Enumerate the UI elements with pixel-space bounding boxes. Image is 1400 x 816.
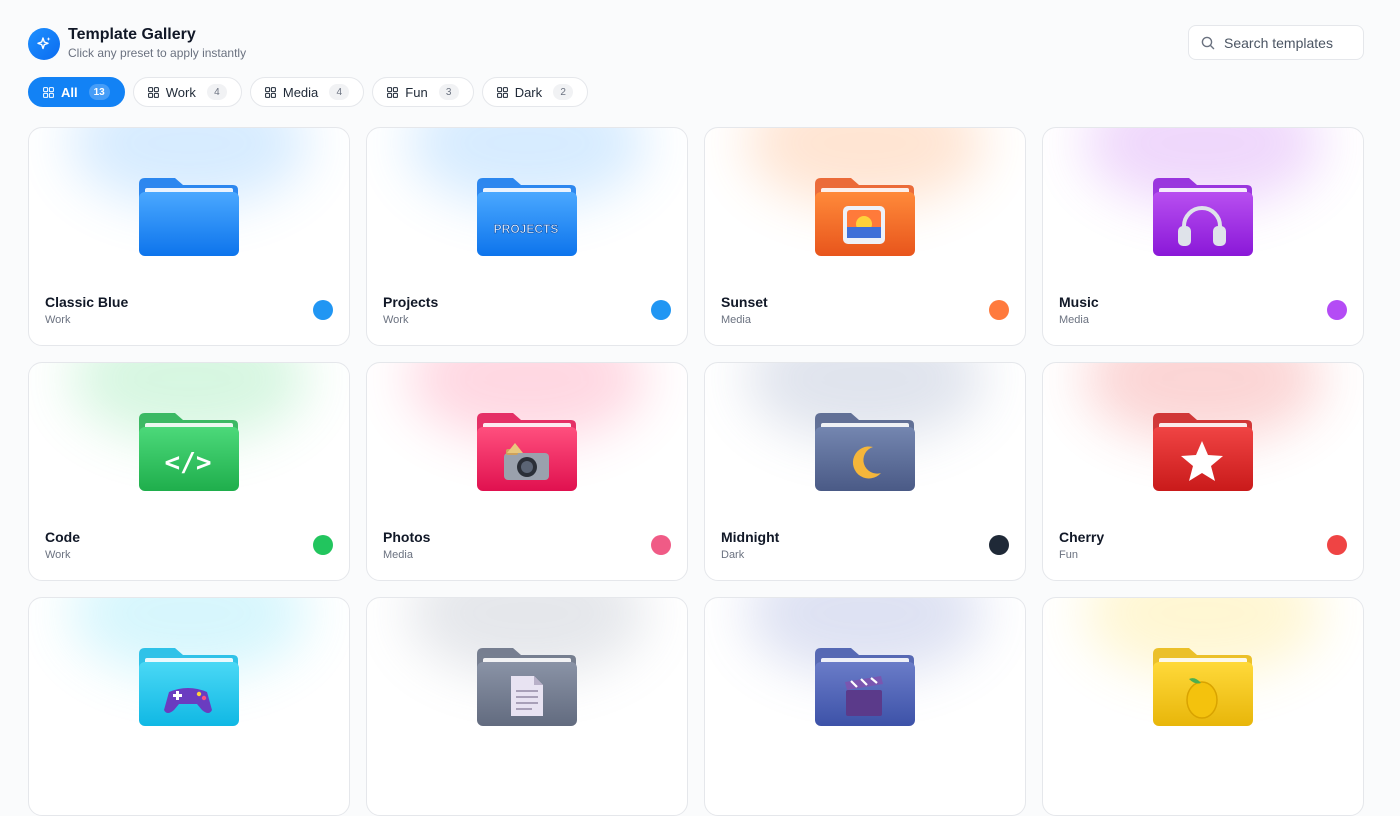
template-category: Work <box>383 314 409 326</box>
filter-chip-fun[interactable]: Fun 3 <box>372 77 474 107</box>
sunset-emblem <box>843 206 885 244</box>
folder-icon <box>477 648 577 726</box>
filter-chip-all[interactable]: All 13 <box>28 77 125 107</box>
template-card[interactable]: PROJECTS Projects Work <box>366 127 688 346</box>
header: Template Gallery Click any preset to app… <box>28 24 1364 64</box>
filter-chip-count: 13 <box>88 84 110 100</box>
folder-icon <box>477 413 577 491</box>
sparkles-icon <box>28 28 60 60</box>
document-emblem <box>511 676 543 716</box>
template-name: Photos <box>383 529 431 545</box>
template-card[interactable] <box>704 597 1026 816</box>
folder-icon <box>139 648 239 726</box>
filter-chip-dark[interactable]: Dark 2 <box>481 77 589 107</box>
page-title: Template Gallery <box>68 26 196 43</box>
template-card[interactable]: </> Code Work <box>28 362 350 581</box>
template-card[interactable]: Sunset Media <box>704 127 1026 346</box>
template-card[interactable]: Classic Blue Work <box>28 127 350 346</box>
filter-chip-media[interactable]: Media 4 <box>249 77 365 107</box>
filter-chip-count: 2 <box>553 84 574 100</box>
template-card[interactable] <box>1042 597 1364 816</box>
filter-chip-count: 4 <box>206 84 227 100</box>
template-card[interactable] <box>28 597 350 816</box>
grid-icon <box>147 86 159 98</box>
folder-icon <box>139 178 239 256</box>
folder-icon <box>1153 178 1253 256</box>
template-name: Code <box>45 529 80 545</box>
folder-icon <box>815 648 915 726</box>
color-swatch <box>989 300 1009 320</box>
folder-icon <box>815 178 915 256</box>
template-grid: Classic Blue Work PROJECTS Projects Work Suns… <box>28 127 1364 816</box>
emblem-text: </> <box>165 448 212 478</box>
template-category: Work <box>45 314 71 326</box>
color-swatch <box>313 535 333 555</box>
folder-icon <box>1153 648 1253 726</box>
template-category: Media <box>721 314 751 326</box>
search-input[interactable] <box>1224 34 1354 51</box>
color-swatch <box>651 300 671 320</box>
template-card[interactable]: Photos Media <box>366 362 688 581</box>
template-card[interactable]: Cherry Fun <box>1042 362 1364 581</box>
template-name: Sunset <box>721 294 768 310</box>
template-category: Work <box>45 549 71 561</box>
grid-icon <box>264 86 276 98</box>
template-category: Media <box>383 549 413 561</box>
search-box[interactable] <box>1188 25 1364 60</box>
template-card[interactable]: Midnight Dark <box>704 362 1026 581</box>
color-swatch <box>313 300 333 320</box>
template-name: Music <box>1059 294 1099 310</box>
emblem-text: PROJECTS <box>494 222 559 236</box>
filter-chip-label: Fun <box>405 84 428 100</box>
filter-chip-label: All <box>61 84 78 100</box>
template-name: Midnight <box>721 529 780 545</box>
filter-bar: All 13 Work 4 Media 4 Fun 3 Dark 2 <box>28 77 589 107</box>
grid-icon <box>496 86 508 98</box>
folder-icon <box>1153 413 1253 491</box>
color-swatch <box>989 535 1009 555</box>
template-name: Classic Blue <box>45 294 129 310</box>
template-category: Fun <box>1059 549 1078 561</box>
search-icon <box>1201 36 1215 50</box>
folder-icon <box>815 413 915 491</box>
template-name: Projects <box>383 294 439 310</box>
filter-chip-count: 4 <box>329 84 350 100</box>
template-name: Cherry <box>1059 529 1105 545</box>
folder-icon: </> <box>139 413 239 491</box>
filter-chip-label: Dark <box>514 84 543 100</box>
filter-chip-label: Media <box>282 84 319 100</box>
filter-chip-label: Work <box>165 84 196 100</box>
template-card[interactable] <box>366 597 688 816</box>
folder-icon: PROJECTS <box>477 178 577 256</box>
clapper-emblem <box>845 676 883 716</box>
template-category: Media <box>1059 314 1089 326</box>
color-swatch <box>1327 535 1347 555</box>
page-subtitle: Click any preset to apply instantly <box>68 46 247 60</box>
color-swatch <box>651 535 671 555</box>
template-category: Dark <box>721 549 745 561</box>
color-swatch <box>1327 300 1347 320</box>
filter-chip-count: 3 <box>438 84 459 100</box>
grid-icon <box>387 86 399 98</box>
grid-icon <box>43 86 54 98</box>
filter-chip-work[interactable]: Work 4 <box>132 77 242 107</box>
template-card[interactable]: Music Media <box>1042 127 1364 346</box>
